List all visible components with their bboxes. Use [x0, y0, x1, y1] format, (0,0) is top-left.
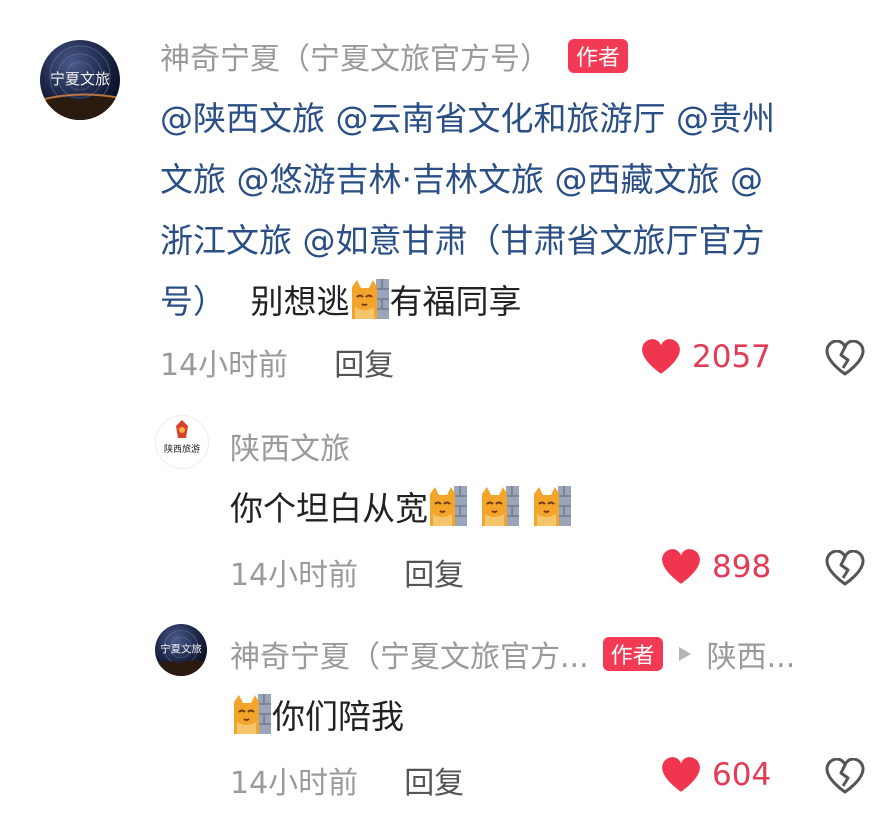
timestamp: 14小时前: [160, 348, 289, 383]
reply-button[interactable]: 回复: [404, 758, 464, 802]
reply-text: 你个坦白从宽: [230, 489, 428, 528]
comment-author[interactable]: 神奇宁夏（宁夏文旅官方号）: [160, 34, 550, 78]
cat-peek-emoji: [232, 692, 272, 736]
reply-button[interactable]: 回复: [404, 550, 464, 594]
mention-line[interactable]: 文旅 @悠游吉林·吉林文旅 @西藏文旅 @: [160, 149, 880, 210]
like-button[interactable]: 2057: [640, 338, 771, 376]
heart-icon: [660, 548, 702, 586]
mention-line[interactable]: 浙江文旅 @如意甘肃（甘肃省文旅厅官方: [160, 210, 880, 271]
like-count: 604: [712, 757, 772, 793]
timestamp: 14小时前: [230, 558, 359, 593]
comment-text: 有福同享: [389, 282, 522, 321]
like-button[interactable]: 604: [660, 756, 771, 794]
mention-line[interactable]: @陕西文旅 @云南省文化和旅游厅 @贵州: [160, 88, 880, 149]
reply-author[interactable]: 神奇宁夏（宁夏文旅官方...: [230, 632, 589, 676]
svg-text:宁夏文旅: 宁夏文旅: [50, 70, 110, 88]
reply-button[interactable]: 回复: [334, 340, 394, 384]
cat-peek-emoji: [532, 484, 572, 528]
reply-text: 你们陪我: [272, 697, 404, 736]
comment-body: @陕西文旅 @云南省文化和旅游厅 @贵州 文旅 @悠游吉林·吉林文旅 @西藏文旅…: [160, 88, 880, 332]
timestamp: 14小时前: [230, 766, 359, 801]
author-badge: 作者: [568, 39, 629, 73]
broken-heart-icon[interactable]: [825, 340, 865, 376]
like-button[interactable]: 898: [660, 548, 771, 586]
avatar-ningxia[interactable]: 宁夏文旅: [155, 624, 207, 676]
reply-to-target[interactable]: 陕西...: [707, 632, 796, 676]
heart-icon: [640, 338, 682, 376]
like-count: 898: [712, 549, 772, 585]
cat-peek-emoji: [350, 277, 390, 321]
svg-text:宁夏文旅: 宁夏文旅: [160, 643, 202, 656]
like-count: 2057: [692, 339, 771, 375]
broken-heart-icon[interactable]: [825, 758, 865, 794]
mention-line[interactable]: 号）: [160, 282, 226, 321]
comment-text: 别想逃: [250, 282, 350, 321]
reply-author[interactable]: 陕西文旅: [230, 432, 350, 467]
broken-heart-icon[interactable]: [825, 550, 865, 586]
avatar-shaanxi[interactable]: 陕西旅游: [155, 415, 209, 469]
heart-icon: [660, 756, 702, 794]
svg-text:陕西旅游: 陕西旅游: [164, 443, 200, 455]
cat-peek-emoji: [428, 484, 468, 528]
author-badge: 作者: [602, 637, 663, 671]
triangle-right-icon: [678, 647, 691, 661]
avatar-ningxia[interactable]: 宁夏文旅: [40, 40, 120, 120]
cat-peek-emoji: [480, 484, 520, 528]
